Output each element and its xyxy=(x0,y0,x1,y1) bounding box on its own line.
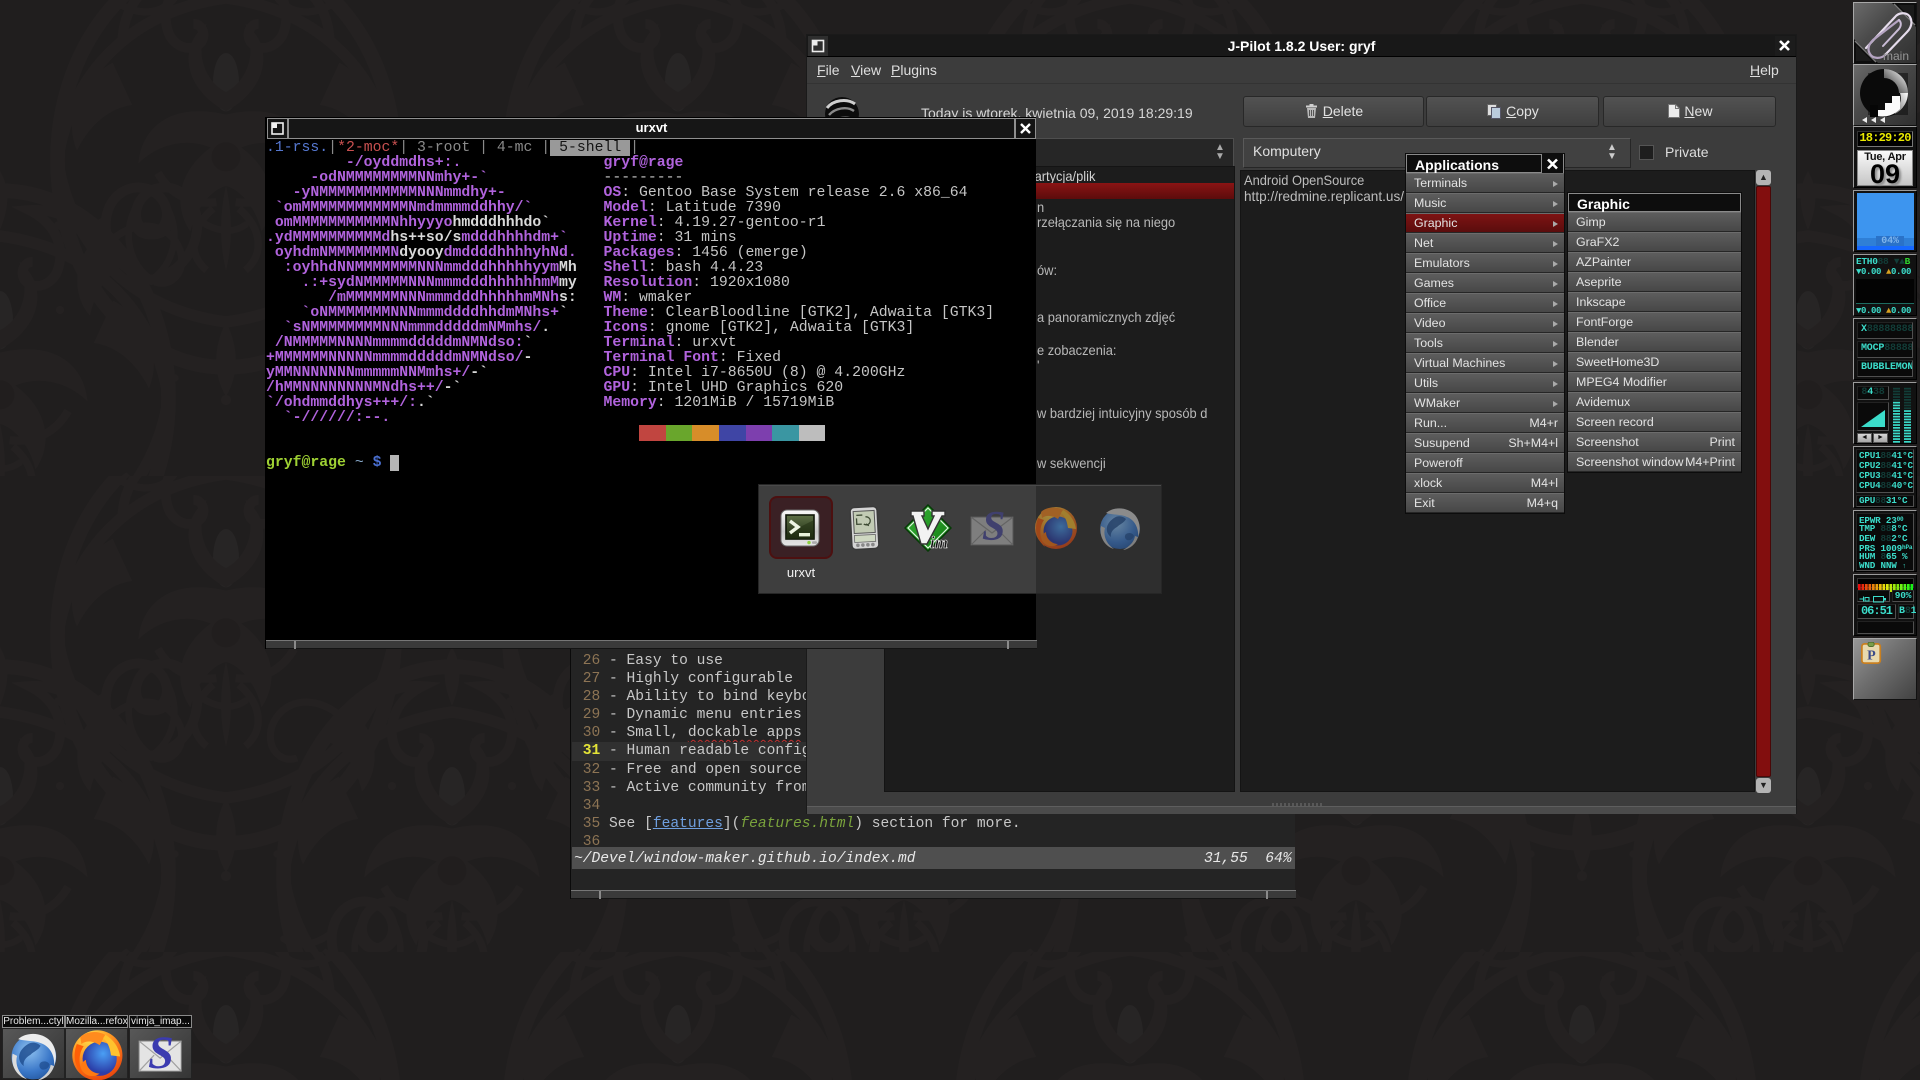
svg-text:main: main xyxy=(1883,49,1909,63)
svg-text:S: S xyxy=(982,504,1005,550)
svg-text:im: im xyxy=(930,533,948,552)
svg-text:S: S xyxy=(148,1030,174,1076)
svg-text:P: P xyxy=(1867,649,1876,664)
